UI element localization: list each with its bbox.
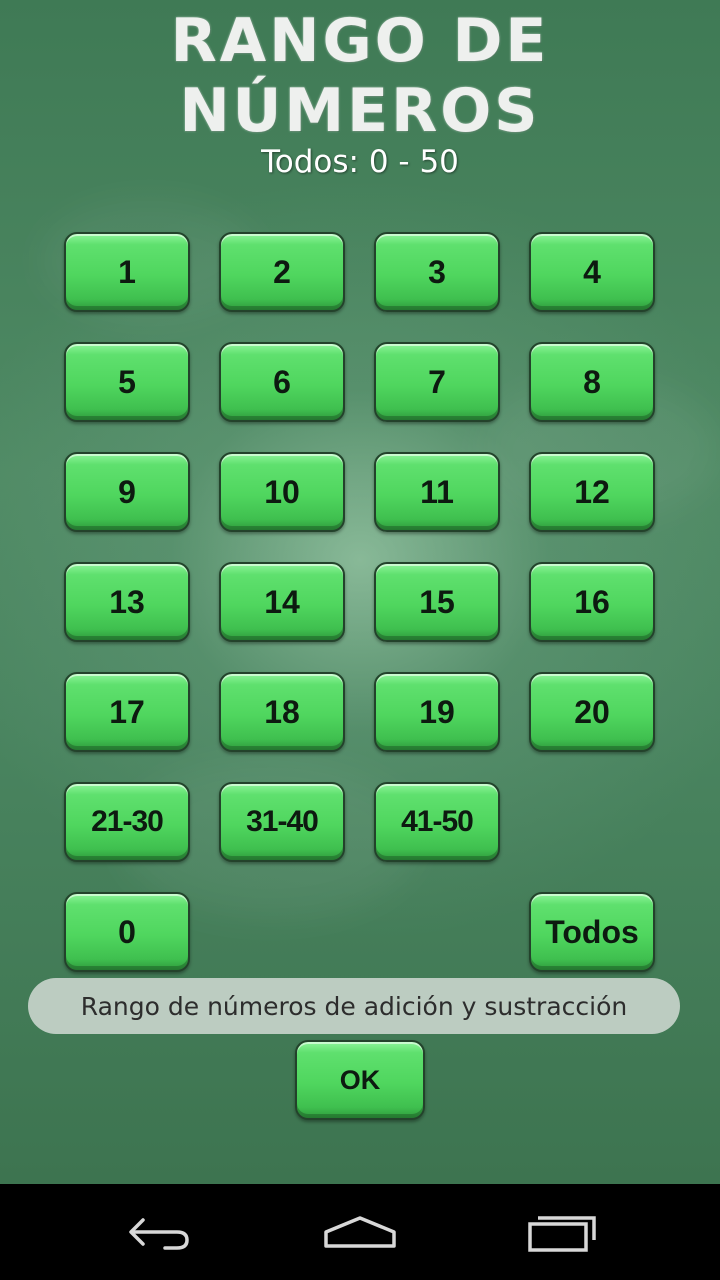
number-button-11[interactable]: 11	[374, 452, 500, 532]
page-title: Rango de números	[170, 6, 550, 146]
number-button-18[interactable]: 18	[219, 672, 345, 752]
number-button-8[interactable]: 8	[529, 342, 655, 422]
home-icon	[324, 1216, 396, 1248]
recent-apps-button[interactable]	[512, 1198, 612, 1266]
range-button-41-50[interactable]: 41-50	[374, 782, 500, 862]
ok-button[interactable]: OK	[295, 1040, 425, 1120]
range-button-31-40[interactable]: 31-40	[219, 782, 345, 862]
number-button-16[interactable]: 16	[529, 562, 655, 642]
number-button-3[interactable]: 3	[374, 232, 500, 312]
back-button[interactable]	[110, 1198, 210, 1266]
number-button-17[interactable]: 17	[64, 672, 190, 752]
system-navigation-bar	[0, 1184, 720, 1280]
number-button-1[interactable]: 1	[64, 232, 190, 312]
number-button-4[interactable]: 4	[529, 232, 655, 312]
chalkboard-background: Rango de números Todos: 0 - 50 1 2 3 4 5…	[0, 0, 720, 1184]
all-button[interactable]: Todos	[529, 892, 655, 972]
recent-apps-icon	[528, 1216, 596, 1252]
number-button-14[interactable]: 14	[219, 562, 345, 642]
number-button-2[interactable]: 2	[219, 232, 345, 312]
number-button-10[interactable]: 10	[219, 452, 345, 532]
range-button-21-30[interactable]: 21-30	[64, 782, 190, 862]
toast-message: Rango de números de adición y sustracció…	[28, 978, 680, 1034]
number-button-15[interactable]: 15	[374, 562, 500, 642]
selected-range-label: Todos: 0 - 50	[261, 144, 459, 180]
number-button-19[interactable]: 19	[374, 672, 500, 752]
number-button-6[interactable]: 6	[219, 342, 345, 422]
number-button-5[interactable]: 5	[64, 342, 190, 422]
zero-button[interactable]: 0	[64, 892, 190, 972]
number-button-13[interactable]: 13	[64, 562, 190, 642]
number-button-7[interactable]: 7	[374, 342, 500, 422]
back-arrow-icon	[129, 1218, 189, 1250]
number-button-9[interactable]: 9	[64, 452, 190, 532]
number-button-20[interactable]: 20	[529, 672, 655, 752]
home-button[interactable]	[310, 1198, 410, 1266]
number-button-12[interactable]: 12	[529, 452, 655, 532]
